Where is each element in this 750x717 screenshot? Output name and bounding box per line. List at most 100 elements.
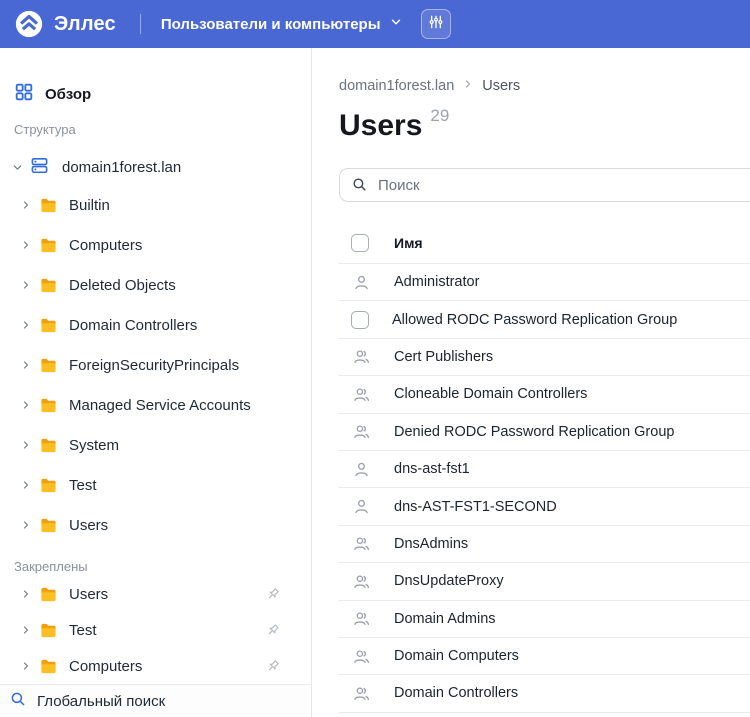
table-row[interactable]: Allowed RODC Password Replication Group	[339, 301, 750, 338]
table-body: Administrator Allowed RODC Password Repl…	[339, 264, 750, 713]
pinned-section-label: Закреплены	[14, 559, 311, 574]
row-name: Domain Controllers	[394, 685, 518, 701]
tree-root-domain[interactable]: domain1forest.lan	[10, 155, 311, 179]
tree-item[interactable]: Deleted Objects	[0, 265, 311, 305]
global-search-button[interactable]: Глобальный поиск	[0, 684, 311, 717]
sliders-settings-button[interactable]	[421, 9, 451, 39]
item-count-badge: 29	[430, 106, 449, 126]
group-icon	[351, 422, 371, 442]
topbar: Эллес Пользователи и компьютеры	[0, 0, 750, 48]
table-row[interactable]: DnsUpdateProxy	[339, 563, 750, 600]
row-name: Cert Publishers	[394, 349, 493, 365]
pinned-item-label: Test	[69, 622, 97, 639]
folder-icon	[39, 658, 57, 674]
user-icon	[351, 272, 371, 292]
tree-item[interactable]: Domain Controllers	[0, 305, 311, 345]
user-icon	[351, 459, 371, 479]
chevron-right-icon[interactable]	[19, 278, 33, 292]
group-icon	[351, 384, 371, 404]
tree-item[interactable]: ForeignSecurityPrincipals	[0, 345, 311, 385]
pinned-item[interactable]: Users	[0, 576, 311, 612]
search-input[interactable]	[339, 168, 750, 202]
pin-icon[interactable]	[264, 622, 281, 639]
tree-item-label: Domain Controllers	[69, 317, 197, 334]
page-title-row: Users 29	[339, 108, 750, 144]
sidebar-item-overview[interactable]: Обзор	[14, 82, 311, 106]
breadcrumb-parent[interactable]: domain1forest.lan	[339, 78, 454, 94]
tree-item[interactable]: Test	[0, 465, 311, 505]
chevron-right-icon[interactable]	[19, 398, 33, 412]
tree-root-label: domain1forest.lan	[62, 159, 181, 176]
chevron-right-icon	[462, 78, 474, 94]
chevron-right-icon[interactable]	[19, 587, 33, 601]
search-box	[339, 168, 750, 202]
user-icon	[351, 497, 371, 517]
group-icon	[351, 609, 371, 629]
folder-icon	[39, 437, 57, 453]
pin-icon[interactable]	[264, 586, 281, 603]
topbar-divider	[140, 14, 141, 34]
table-row[interactable]: dns-AST-FST1-SECOND	[339, 488, 750, 525]
folder-icon	[39, 586, 57, 602]
row-name: Administrator	[394, 274, 479, 290]
table-row[interactable]: Cloneable Domain Controllers	[339, 376, 750, 413]
group-icon	[351, 534, 371, 554]
table-row[interactable]: dns-ast-fst1	[339, 451, 750, 488]
chevron-right-icon[interactable]	[19, 358, 33, 372]
group-icon	[351, 347, 371, 367]
server-stack-icon	[30, 156, 49, 179]
search-icon	[351, 176, 368, 198]
group-icon	[351, 646, 371, 666]
folder-icon	[39, 477, 57, 493]
chevron-right-icon[interactable]	[19, 238, 33, 252]
table-row[interactable]: DnsAdmins	[339, 526, 750, 563]
main-panel: domain1forest.lan Users Users 29 Имя	[312, 48, 750, 717]
tree-item[interactable]: Builtin	[0, 185, 311, 225]
tree-item[interactable]: Computers	[0, 225, 311, 265]
table-row[interactable]: Administrator	[339, 264, 750, 301]
tree-item-label: Computers	[69, 237, 142, 254]
row-name: Domain Admins	[394, 611, 496, 627]
pinned-item-label: Computers	[69, 658, 142, 675]
row-name: DnsUpdateProxy	[394, 573, 504, 589]
row-checkbox[interactable]	[351, 311, 369, 329]
module-switcher[interactable]: Пользователи и компьютеры	[161, 15, 403, 33]
table-row[interactable]: Domain Controllers	[339, 675, 750, 712]
chevron-down-icon[interactable]	[10, 160, 24, 174]
pinned-item[interactable]: Computers	[0, 648, 311, 684]
structure-section-label: Структура	[14, 122, 311, 137]
table-row[interactable]: Cert Publishers	[339, 339, 750, 376]
select-all-checkbox[interactable]	[351, 234, 369, 252]
chevron-right-icon[interactable]	[19, 318, 33, 332]
pin-icon[interactable]	[264, 658, 281, 675]
app-logo-icon	[14, 9, 44, 39]
tree-item[interactable]: Users	[0, 505, 311, 545]
folder-icon	[39, 517, 57, 533]
chevron-down-icon	[389, 15, 403, 33]
pinned-item-label: Users	[69, 586, 108, 603]
breadcrumb: domain1forest.lan Users	[339, 78, 750, 94]
app-title: Эллес	[54, 13, 116, 36]
pinned-item[interactable]: Test	[0, 612, 311, 648]
tree-item-label: Test	[69, 477, 97, 494]
group-icon	[351, 683, 371, 703]
row-name: Denied RODC Password Replication Group	[394, 424, 674, 440]
chevron-right-icon[interactable]	[19, 198, 33, 212]
chevron-right-icon[interactable]	[19, 438, 33, 452]
group-icon	[351, 571, 371, 591]
tree-item-label: System	[69, 437, 119, 454]
tree-item[interactable]: Managed Service Accounts	[0, 385, 311, 425]
chevron-right-icon[interactable]	[19, 478, 33, 492]
table-row[interactable]: Denied RODC Password Replication Group	[339, 414, 750, 451]
table-row[interactable]: Domain Admins	[339, 601, 750, 638]
chevron-right-icon[interactable]	[19, 518, 33, 532]
chevron-right-icon[interactable]	[19, 659, 33, 673]
sliders-icon	[428, 14, 444, 35]
row-name: Domain Computers	[394, 648, 519, 664]
table-row[interactable]: Domain Computers	[339, 638, 750, 675]
chevron-right-icon[interactable]	[19, 623, 33, 637]
row-name: dns-ast-fst1	[394, 461, 470, 477]
tree-item[interactable]: System	[0, 425, 311, 465]
sidebar-item-label: Обзор	[45, 86, 91, 103]
pinned-list: Users	[0, 576, 311, 684]
